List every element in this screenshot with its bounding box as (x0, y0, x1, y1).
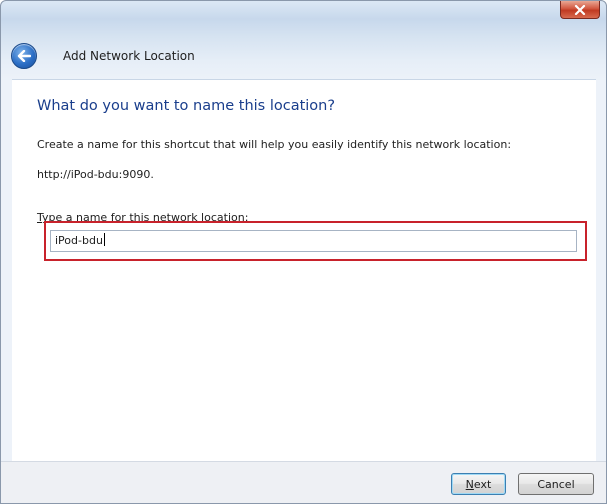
location-url: http://iPod-bdu:9090. (37, 168, 154, 181)
next-button[interactable]: Next (451, 473, 506, 495)
back-button[interactable] (11, 43, 37, 69)
close-button[interactable] (560, 1, 600, 19)
add-network-location-dialog: Add Network Location What do you want to… (0, 0, 607, 504)
location-name-input[interactable]: iPod-bdu (50, 230, 577, 252)
next-mnemonic: N (465, 477, 474, 491)
input-value: iPod-bdu (55, 234, 103, 247)
page-heading: What do you want to name this location? (37, 98, 336, 114)
close-icon (574, 4, 586, 15)
back-arrow-icon (17, 50, 31, 62)
description-text: Create a name for this shortcut that wil… (37, 138, 512, 151)
highlight-box: iPod-bdu (44, 221, 587, 261)
button-bar: Next Cancel (1, 461, 606, 503)
next-label-rest: ext (473, 477, 492, 491)
text-caret (103, 233, 105, 246)
content-panel: What do you want to name this location? … (12, 79, 596, 461)
cancel-button[interactable]: Cancel (518, 473, 594, 495)
title-bar (1, 1, 606, 21)
dialog-title: Add Network Location (63, 49, 195, 63)
